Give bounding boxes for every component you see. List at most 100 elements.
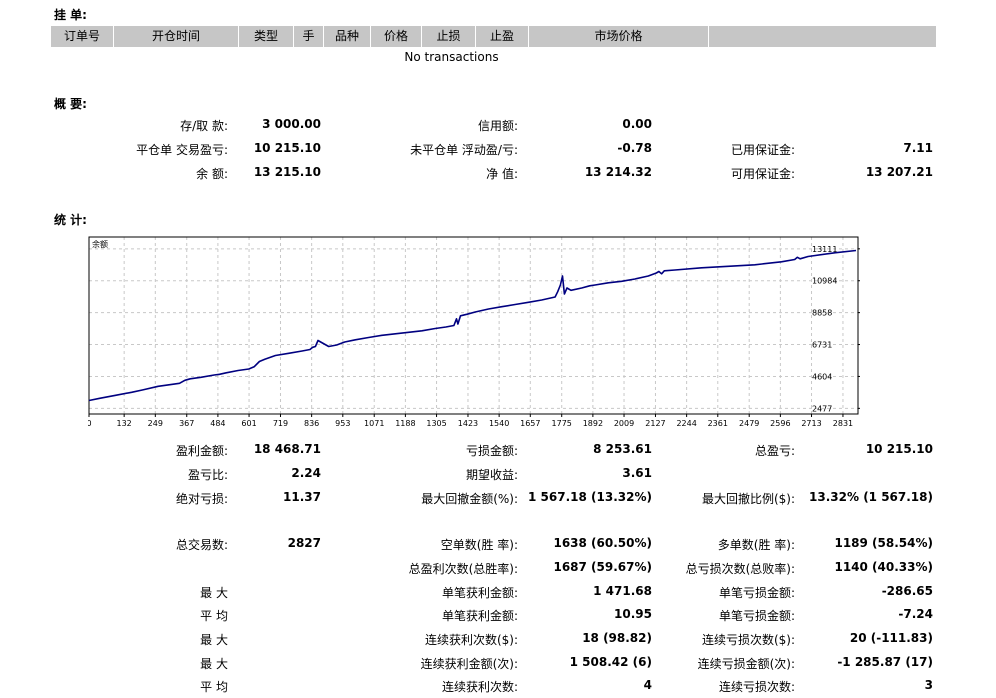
stats-label: 亏损金额:	[465, 444, 518, 458]
chart-x-tick-label: 2127	[645, 419, 665, 428]
stats-value: 3	[924, 678, 933, 692]
summary-label: 已用保证金:	[730, 143, 795, 157]
col-take-profit: 止盈	[476, 26, 529, 47]
chart-x-tick-label: 2713	[801, 419, 821, 428]
chart-x-tick-label: 2009	[614, 419, 634, 428]
stats-value: 20 (-111.83)	[849, 631, 933, 645]
summary-label: 可用保证金:	[730, 167, 795, 181]
stats-value: 10.95	[614, 607, 652, 621]
chart-y-tick-label: 8858	[812, 309, 832, 318]
stats-value: 10 215.10	[865, 442, 933, 456]
stats-value: 1687 (59.67%)	[553, 560, 652, 574]
chart-x-tick-label: 1775	[552, 419, 572, 428]
col-blank	[709, 26, 936, 47]
stats-label: 绝对亏损:	[175, 492, 228, 506]
chart-x-tick-label: 836	[304, 419, 319, 428]
stats-value: 2.24	[291, 466, 321, 480]
stats-label: 平 均	[200, 680, 228, 694]
summary-label: 未平仓单 浮动盈/亏:	[410, 143, 518, 157]
chart-x-tick-label: 484	[210, 419, 225, 428]
stats-label: 连续获利次数:	[441, 680, 518, 694]
chart-x-tick-label: 601	[241, 419, 256, 428]
chart-y-tick-label: 2477	[812, 404, 832, 413]
stats-label: 总盈利次数(总胜率):	[408, 562, 518, 576]
stats-value: 1638 (60.50%)	[553, 536, 652, 550]
chart-x-tick-label: 1892	[583, 419, 603, 428]
stats-title: 统 计:	[54, 213, 87, 227]
stats-row: 总交易数: 2827 空单数(胜 率): 1638 (60.50%) 多单数(胜 率):…	[0, 536, 996, 556]
chart-x-tick-label: 1305	[426, 419, 446, 428]
stats-row: 盈亏比: 2.24 期望收益: 3.61	[0, 466, 996, 486]
stats-value: -7.24	[898, 607, 933, 621]
pending-title: 挂 单:	[54, 8, 87, 22]
chart-x-tick-label: 2244	[676, 419, 696, 428]
chart-x-tick-label: 1423	[458, 419, 478, 428]
stats-value: 1 508.42 (6)	[569, 655, 652, 669]
stats-label: 总盈亏:	[754, 444, 795, 458]
stats-row: 最 大 连续获利金额(次): 1 508.42 (6) 连续亏损金额(次): -1 28…	[0, 655, 996, 675]
col-order-id: 订单号	[51, 26, 114, 47]
stats-value: 3.61	[622, 466, 652, 480]
chart-y-tick-label: 6731	[812, 341, 832, 350]
stats-label: 多单数(胜 率):	[717, 538, 795, 552]
balance-chart: 余额 0 132 249 367 484 601 719 836 953 1071 1188 1305 1…	[88, 236, 860, 428]
stats-value: 18 468.71	[253, 442, 321, 456]
stats-label: 空单数(胜 率):	[440, 538, 518, 552]
chart-x-tick-label: 1540	[489, 419, 509, 428]
summary-title: 概 要:	[54, 97, 87, 111]
stats-row: 平 均 单笔获利金额: 10.95 单笔亏损金额: -7.24	[0, 607, 996, 627]
summary-label: 存/取 款:	[180, 119, 228, 133]
stats-label: 单笔亏损金额:	[718, 609, 795, 623]
stats-value: -1 285.87 (17)	[837, 655, 933, 669]
stats-label: 最 大	[200, 586, 228, 600]
stats-label: 单笔获利金额:	[441, 609, 518, 623]
chart-x-tick-label: 719	[273, 419, 288, 428]
summary-value: 13 214.32	[584, 165, 652, 179]
summary-row: 余 额: 13 215.10 净 值: 13 214.32 可用保证金: 13 207.2…	[0, 165, 996, 185]
chart-y-tick-label: 4604	[812, 372, 832, 381]
stats-row: 总盈利次数(总胜率): 1687 (59.67%) 总亏损次数(总败率): 1140 …	[0, 560, 996, 580]
col-lots: 手	[294, 26, 324, 47]
stats-label: 最大回撤比例($):	[701, 492, 795, 506]
summary-value: 7.11	[903, 141, 933, 155]
col-symbol: 品种	[324, 26, 371, 47]
summary-value: 13 215.10	[253, 165, 321, 179]
chart-x-tick-label: 249	[148, 419, 163, 428]
stats-value: 1140 (40.33%)	[834, 560, 933, 574]
summary-label: 平仓单 交易盈亏:	[136, 143, 228, 157]
stats-label: 平 均	[200, 609, 228, 623]
stats-label: 总亏损次数(总败率):	[685, 562, 795, 576]
chart-y-tick-label: 13111	[812, 245, 837, 254]
stats-value: 11.37	[283, 490, 321, 504]
pending-orders-header: 订单号 开仓时间 类型 手 品种 价格 止损 止盈 市场价格	[51, 26, 936, 47]
stats-value: 2827	[287, 536, 321, 550]
stats-value: 13.32% (1 567.18)	[809, 490, 933, 504]
stats-label: 盈亏比:	[187, 468, 228, 482]
stats-label: 最 大	[200, 657, 228, 671]
stats-label: 最 大	[200, 633, 228, 647]
chart-x-tick-label: 2479	[739, 419, 759, 428]
stats-row: 盈利金额: 18 468.71 亏损金额: 8 253.61 总盈亏: 10 215.10	[0, 442, 996, 462]
no-transactions-text: No transactions	[404, 50, 499, 64]
chart-x-tick-label: 2831	[833, 419, 853, 428]
chart-x-tick-label: 1188	[395, 419, 415, 428]
summary-row: 平仓单 交易盈亏: 10 215.10 未平仓单 浮动盈/亏: -0.78 已用保证金:…	[0, 141, 996, 161]
chart-x-tick-label: 2596	[770, 419, 790, 428]
summary-value: 10 215.10	[253, 141, 321, 155]
chart-x-tick-label: 132	[117, 419, 132, 428]
stats-label: 连续亏损次数($):	[701, 633, 795, 647]
stats-value: 1 567.18 (13.32%)	[528, 490, 652, 504]
summary-label: 信用额:	[477, 119, 518, 133]
col-stop-loss: 止损	[422, 26, 476, 47]
stats-label: 总交易数:	[175, 538, 228, 552]
chart-y-tick-label: 10984	[812, 277, 837, 286]
stats-label: 连续获利次数($):	[424, 633, 518, 647]
chart-plot-area	[89, 237, 858, 414]
stats-label: 单笔亏损金额:	[718, 586, 795, 600]
col-open-time: 开仓时间	[114, 26, 239, 47]
chart-title: 余额	[92, 239, 108, 249]
stats-row: 绝对亏损: 11.37 最大回撤金额(%): 1 567.18 (13.32%) 最大回…	[0, 490, 996, 510]
chart-x-tick-label: 953	[335, 419, 350, 428]
summary-label: 余 额:	[196, 167, 228, 181]
stats-value: 18 (98.82)	[582, 631, 652, 645]
